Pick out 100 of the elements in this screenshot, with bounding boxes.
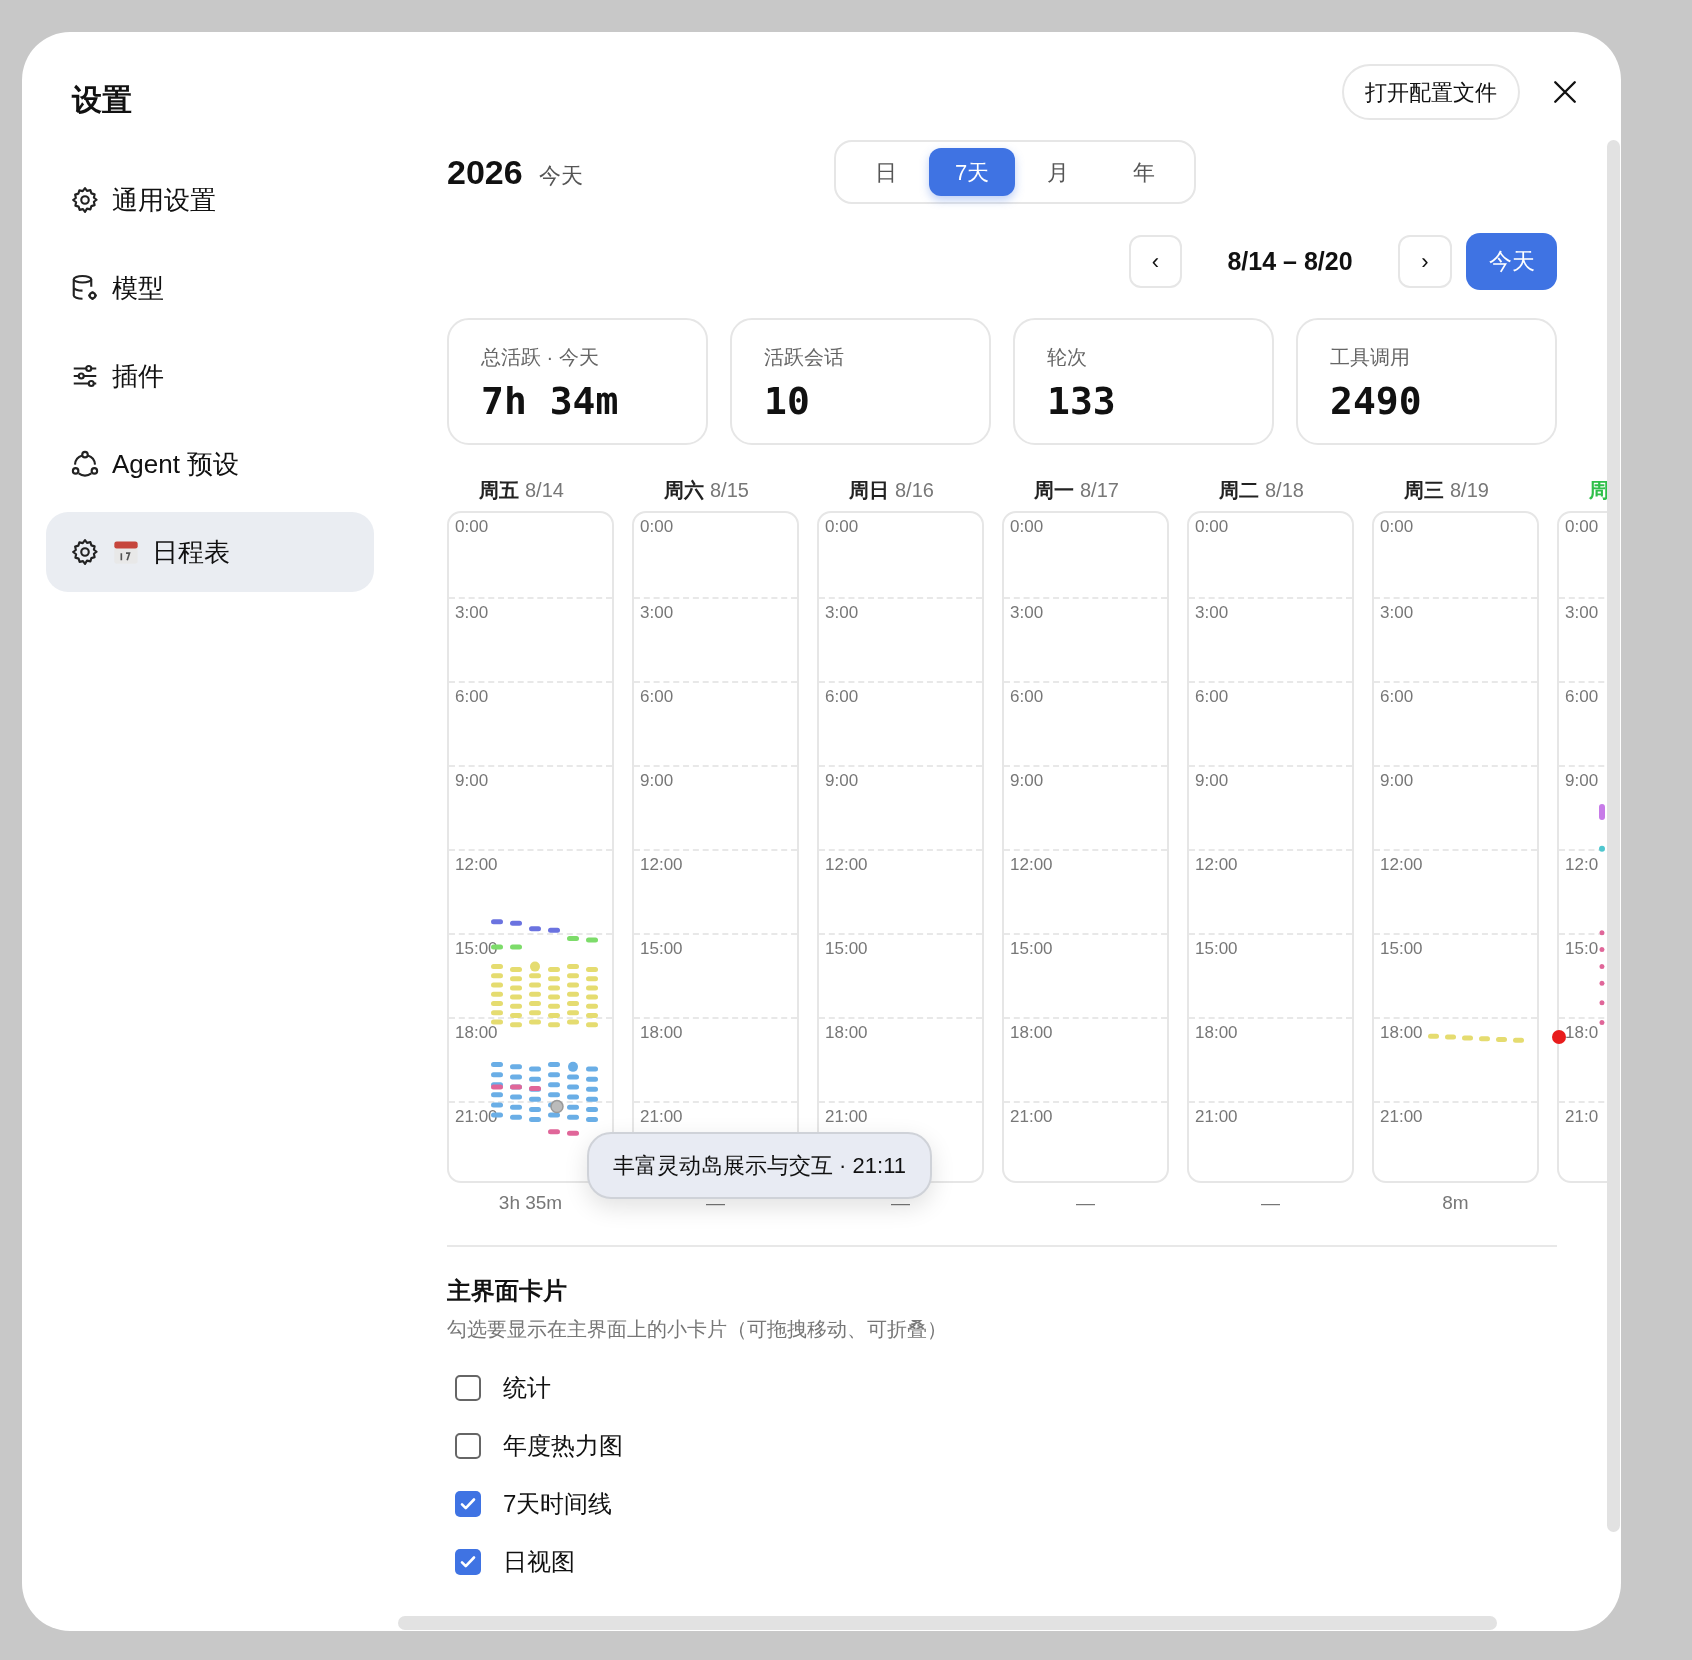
hour-label: 0:00 bbox=[1565, 517, 1599, 537]
hour-label: 21:0 bbox=[1565, 1107, 1599, 1127]
next-button[interactable]: › bbox=[1398, 235, 1452, 288]
range-tab[interactable]: 年 bbox=[1101, 148, 1187, 196]
hour-label: 0:00 bbox=[825, 517, 859, 537]
previous-button[interactable]: ‹ bbox=[1129, 235, 1182, 288]
range-tab[interactable]: 日 bbox=[843, 148, 929, 196]
hour-label: 18:00 bbox=[640, 1023, 683, 1043]
vertical-scrollbar[interactable] bbox=[1607, 140, 1620, 1532]
stat-label: 总活跃 · 今天 bbox=[481, 345, 600, 370]
hour-label: 6:00 bbox=[1010, 687, 1044, 707]
today-label: 今天 bbox=[538, 161, 583, 190]
gear-icon bbox=[70, 185, 100, 215]
stat-value: 133 bbox=[1047, 378, 1117, 424]
hour-label: 3:00 bbox=[640, 603, 674, 623]
hour-label: 12:00 bbox=[1195, 855, 1238, 875]
tooltip: 丰富灵动岛展示与交互 · 21:11 bbox=[587, 1132, 932, 1199]
day-label: 周一 bbox=[1034, 478, 1074, 503]
stat-value: 10 bbox=[764, 378, 811, 424]
close-icon[interactable] bbox=[1552, 79, 1578, 105]
hour-label: 18:0 bbox=[1565, 1023, 1599, 1043]
hour-label: 15:00 bbox=[1380, 939, 1423, 959]
checkbox-label: 7天时间线 bbox=[503, 1489, 613, 1519]
open-config-button[interactable]: 打开配置文件 bbox=[1342, 64, 1520, 120]
hour-label: 3:00 bbox=[1195, 603, 1229, 623]
checkbox[interactable] bbox=[455, 1375, 481, 1401]
day-total: — bbox=[1076, 1190, 1095, 1215]
day-total: 8m bbox=[1442, 1190, 1469, 1215]
day-label: 周日 bbox=[849, 478, 889, 503]
hour-label: 12:00 bbox=[640, 855, 683, 875]
checkbox[interactable] bbox=[455, 1491, 481, 1517]
hour-label: 3:00 bbox=[825, 603, 859, 623]
checkbox-label: 日视图 bbox=[503, 1547, 575, 1577]
gear-icon bbox=[70, 537, 100, 567]
hour-label: 9:00 bbox=[825, 771, 859, 791]
hour-label: 6:00 bbox=[1195, 687, 1229, 707]
range-tab[interactable]: 月 bbox=[1015, 148, 1101, 196]
hour-label: 9:00 bbox=[455, 771, 489, 791]
hour-label: 3:00 bbox=[455, 603, 489, 623]
hour-label: 0:00 bbox=[1010, 517, 1044, 537]
day-label: 周五 bbox=[479, 478, 519, 503]
checkbox-label: 年度热力图 bbox=[503, 1431, 623, 1461]
hour-label: 15:0 bbox=[1565, 939, 1599, 959]
sidebar-item[interactable]: 模型 bbox=[46, 248, 374, 328]
hour-label: 21:00 bbox=[1380, 1107, 1423, 1127]
hour-label: 15:00 bbox=[640, 939, 683, 959]
section-title: 主界面卡片 bbox=[447, 1276, 568, 1306]
hour-label: 0:00 bbox=[1380, 517, 1414, 537]
hour-label: 6:00 bbox=[1565, 687, 1599, 707]
sidebar-item[interactable]: Agent 预设 bbox=[46, 424, 374, 504]
sidebar-item[interactable]: 通用设置 bbox=[46, 160, 374, 240]
hour-label: 18:00 bbox=[825, 1023, 868, 1043]
checkbox[interactable] bbox=[455, 1549, 481, 1575]
current-time-dot bbox=[1552, 1029, 1566, 1044]
hour-label: 9:00 bbox=[1380, 771, 1414, 791]
hour-label: 15:00 bbox=[455, 939, 498, 959]
hour-label: 3:00 bbox=[1565, 603, 1599, 623]
hour-label: 15:00 bbox=[1010, 939, 1053, 959]
hour-label: 0:00 bbox=[640, 517, 674, 537]
date-range: 8/14 – 8/20 bbox=[1226, 245, 1354, 277]
hour-label: 9:00 bbox=[1195, 771, 1229, 791]
hour-label: 21:00 bbox=[1195, 1107, 1238, 1127]
today-button[interactable]: 今天 bbox=[1466, 233, 1557, 290]
hour-label: 0:00 bbox=[1195, 517, 1229, 537]
sidebar-item[interactable]: 日程表 bbox=[46, 512, 374, 592]
stat-label: 工具调用 bbox=[1330, 345, 1411, 370]
hour-label: 9:00 bbox=[640, 771, 674, 791]
horizontal-scrollbar[interactable] bbox=[398, 1616, 1497, 1630]
day-label: 周 bbox=[1589, 478, 1608, 503]
hour-label: 6:00 bbox=[455, 687, 489, 707]
hour-label: 18:00 bbox=[1380, 1023, 1423, 1043]
hour-label: 0:00 bbox=[455, 517, 489, 537]
agent-icon bbox=[70, 449, 100, 479]
hour-label: 12:00 bbox=[825, 855, 868, 875]
section-description: 勾选要显示在主界面上的小卡片（可拖拽移动、可折叠） bbox=[447, 1317, 948, 1342]
hour-label: 12:0 bbox=[1565, 855, 1599, 875]
day-date: 8/15 bbox=[710, 478, 749, 503]
day-label: 周二 bbox=[1219, 478, 1259, 503]
hour-label: 12:00 bbox=[455, 855, 498, 875]
day-date: 8/14 bbox=[525, 478, 564, 503]
hour-label: 12:00 bbox=[1380, 855, 1423, 875]
hour-label: 15:00 bbox=[1195, 939, 1238, 959]
dialog-title: 设置 bbox=[70, 82, 133, 118]
hour-label: 6:00 bbox=[825, 687, 859, 707]
day-date: 8/16 bbox=[895, 478, 934, 503]
hour-label: 6:00 bbox=[640, 687, 674, 707]
day-date: 8/17 bbox=[1080, 478, 1119, 503]
sidebar-item[interactable]: 插件 bbox=[46, 336, 374, 416]
range-tab[interactable]: 7天 bbox=[929, 148, 1015, 196]
day-label: 周三 bbox=[1404, 478, 1444, 503]
hour-label: 9:00 bbox=[1010, 771, 1044, 791]
day-label: 周六 bbox=[664, 478, 704, 503]
stat-label: 轮次 bbox=[1047, 345, 1088, 370]
hour-label: 18:00 bbox=[1010, 1023, 1053, 1043]
hour-label: 18:00 bbox=[1195, 1023, 1238, 1043]
hour-label: 21:00 bbox=[640, 1107, 683, 1127]
hour-label: 12:00 bbox=[1010, 855, 1053, 875]
stat-label: 活跃会话 bbox=[764, 345, 845, 370]
checkbox[interactable] bbox=[455, 1433, 481, 1459]
database-gear-icon bbox=[70, 273, 100, 303]
